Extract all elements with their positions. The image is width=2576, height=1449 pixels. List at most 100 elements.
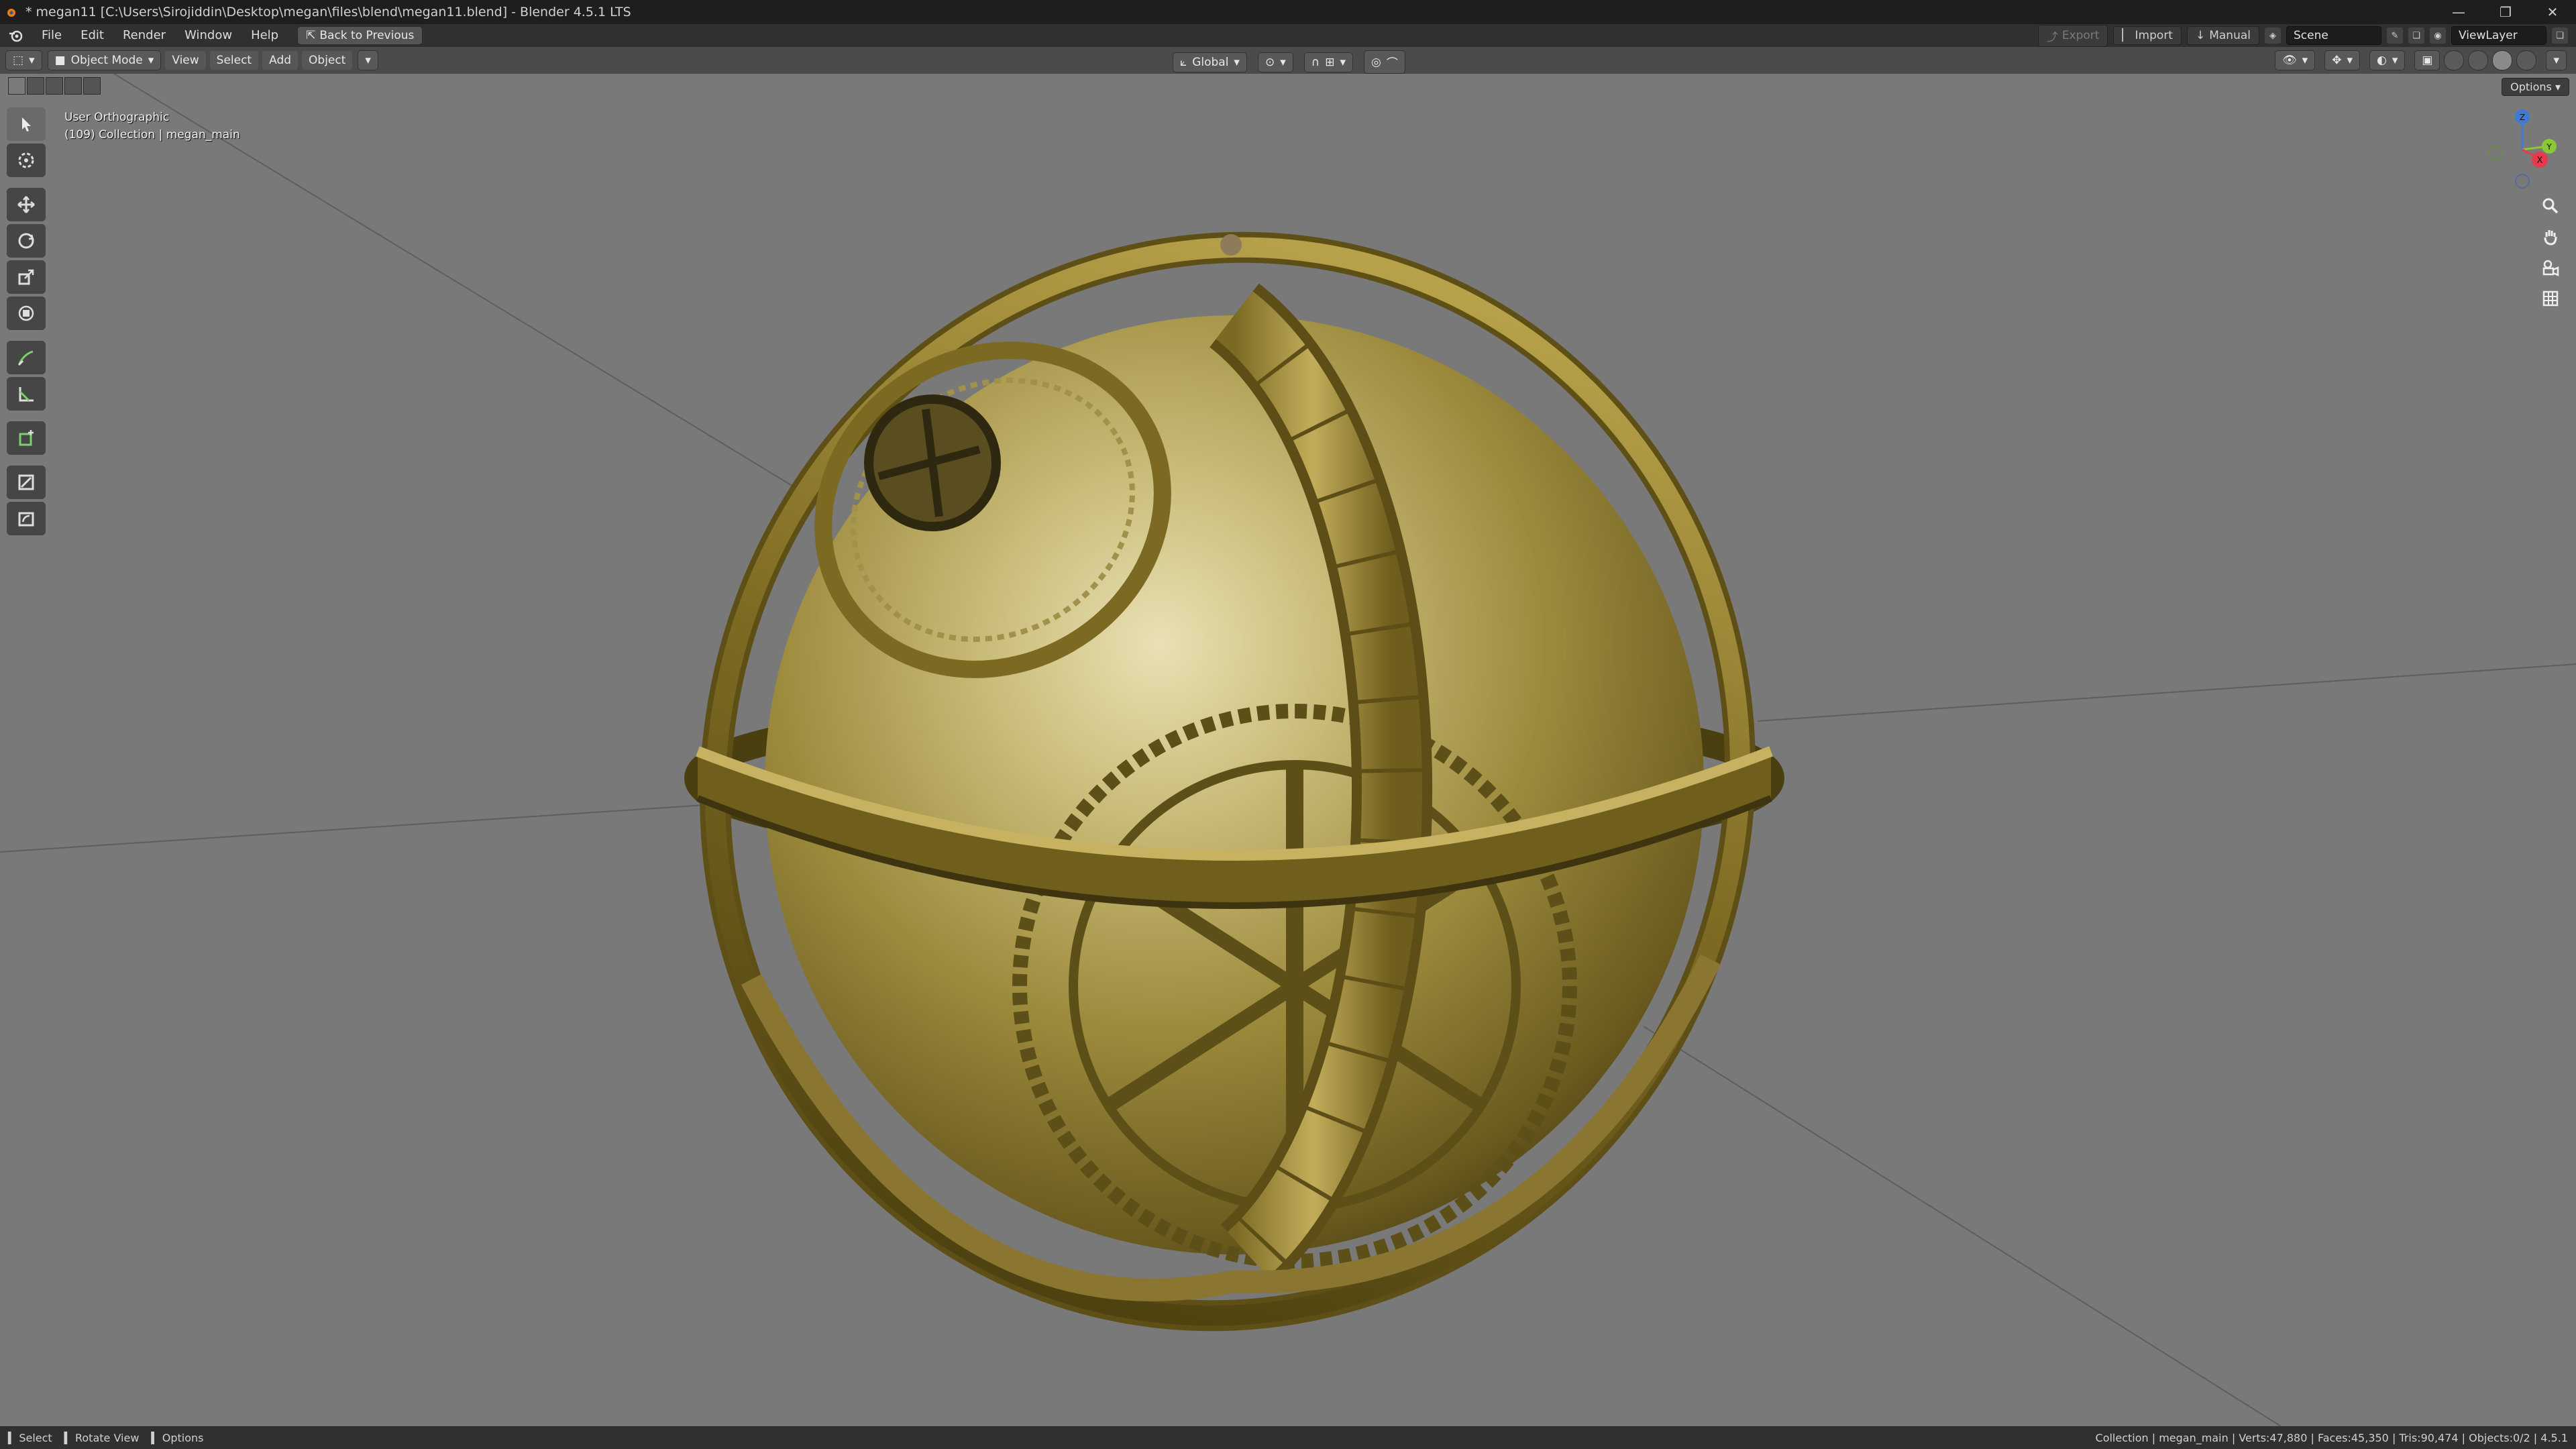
orthographic-grid-icon[interactable] bbox=[2537, 287, 2564, 310]
scene-browse-icon[interactable]: ◈ bbox=[2265, 28, 2281, 44]
manual-button[interactable]: ↓ Manual bbox=[2186, 26, 2259, 45]
solid-shading-button[interactable] bbox=[2468, 50, 2489, 70]
mouse-middle-icon: ▍ bbox=[64, 1431, 72, 1444]
view-name-label: User Orthographic bbox=[64, 111, 170, 124]
header-dropdown[interactable]: ▾ bbox=[358, 50, 378, 70]
chevron-down-icon: ▾ bbox=[1340, 55, 1346, 69]
chevron-down-icon: ▾ bbox=[2347, 54, 2353, 67]
scene-pin-icon[interactable]: ✎ bbox=[2387, 28, 2403, 44]
transform-tool[interactable] bbox=[7, 297, 46, 330]
viewlayer-name-field[interactable]: ViewLayer bbox=[2451, 26, 2546, 45]
transform-tools: ⟀ Global ▾ ⊙ ▾ ∩ ⊞ ▾ ◎ ⌒ bbox=[1167, 50, 1405, 74]
overlays-toggle[interactable]: ◐ ▾ bbox=[2369, 50, 2406, 70]
grid-line-horizontal-right bbox=[1757, 663, 2576, 722]
chevron-down-icon: ▾ bbox=[1280, 55, 1286, 69]
select-extend-button[interactable] bbox=[27, 77, 44, 95]
mouse-right-icon: ▍ bbox=[151, 1431, 160, 1444]
menu-window[interactable]: Window bbox=[175, 24, 241, 47]
close-button[interactable]: ✕ bbox=[2529, 0, 2576, 24]
select-subtract-button[interactable] bbox=[46, 77, 63, 95]
menu-file[interactable]: File bbox=[32, 24, 71, 47]
transform-orientation-selector[interactable]: ⟀ Global ▾ bbox=[1173, 52, 1247, 72]
maximize-button[interactable]: ❐ bbox=[2482, 0, 2529, 24]
chevron-down-icon: ▾ bbox=[2553, 54, 2559, 67]
scene-name-field[interactable]: Scene bbox=[2286, 26, 2381, 45]
menu-select[interactable]: Select bbox=[209, 51, 259, 70]
camera-view-icon[interactable] bbox=[2537, 256, 2564, 279]
viewlayer-browse-icon[interactable]: ◉ bbox=[2430, 28, 2446, 44]
hint-select: ▍ Select bbox=[8, 1432, 52, 1444]
image-tool[interactable] bbox=[7, 466, 46, 499]
hint-rotate-label: Rotate View bbox=[74, 1431, 140, 1444]
chevron-down-icon: ▾ bbox=[2302, 54, 2308, 67]
cursor-arrow-icon bbox=[22, 117, 31, 131]
export-button[interactable]: ⤴ Export bbox=[2037, 24, 2108, 47]
add-cube-icon bbox=[19, 430, 34, 446]
select-box-tool[interactable] bbox=[7, 107, 46, 141]
blender-logo-icon[interactable] bbox=[7, 29, 25, 42]
navigation-gizmo[interactable]: Z Y X bbox=[2482, 106, 2563, 193]
menu-view[interactable]: View bbox=[165, 51, 206, 70]
mode-selector[interactable]: ■ Object Mode ▾ bbox=[47, 50, 162, 70]
blender-app-icon bbox=[4, 5, 19, 19]
select-new-button[interactable] bbox=[8, 77, 25, 95]
annotate-tool[interactable] bbox=[7, 341, 46, 374]
xray-toggle[interactable]: ▣ bbox=[2414, 50, 2440, 70]
viewport-nav-buttons bbox=[2537, 195, 2564, 310]
menu-render[interactable]: Render bbox=[113, 24, 175, 47]
menu-add[interactable]: Add bbox=[262, 51, 299, 70]
menu-help[interactable]: Help bbox=[241, 24, 288, 47]
pivot-point-selector[interactable]: ⊙ ▾ bbox=[1257, 52, 1293, 72]
viewport-info-overlay: User Orthographic (109) Collection | meg… bbox=[64, 109, 240, 144]
move-arrows-icon bbox=[17, 196, 35, 213]
scale-icon bbox=[18, 269, 34, 285]
window-title: * megan11 [C:\Users\Sirojiddin\Desktop\m… bbox=[25, 5, 631, 19]
select-invert-button[interactable] bbox=[64, 77, 82, 95]
back-to-previous-button[interactable]: ⇱ Back to Previous bbox=[297, 26, 423, 45]
chevron-down-icon: ▾ bbox=[2555, 80, 2561, 93]
import-icon: ▏ bbox=[2122, 29, 2131, 42]
measure-tool[interactable] bbox=[7, 377, 46, 411]
rotate-tool[interactable] bbox=[7, 224, 46, 258]
import-label: Import bbox=[2135, 29, 2173, 42]
proportional-editing-toggle[interactable]: ◎ ⌒ bbox=[1364, 50, 1405, 74]
image-plane-icon bbox=[18, 474, 34, 490]
import-button[interactable]: ▏ Import bbox=[2113, 26, 2182, 45]
viewport-canvas[interactable] bbox=[0, 74, 2576, 1426]
xray-icon: ▣ bbox=[2422, 54, 2433, 67]
selection-mode-group bbox=[8, 77, 101, 95]
camera-tool[interactable] bbox=[7, 502, 46, 535]
scene-duplicate-icon[interactable]: ❏ bbox=[2408, 28, 2424, 44]
move-tool[interactable] bbox=[7, 188, 46, 221]
status-bar: ▍ Select ▍ Rotate View ▍ Options Collect… bbox=[0, 1426, 2576, 1449]
grid-line-right-diagonal bbox=[1643, 1026, 2282, 1426]
mode-label: Object Mode bbox=[70, 54, 143, 67]
hint-options-label: Options bbox=[162, 1431, 204, 1444]
snapping-toggle[interactable]: ∩ ⊞ ▾ bbox=[1303, 52, 1354, 72]
overlays-icon: ◐ bbox=[2377, 54, 2387, 67]
transform-icon bbox=[18, 305, 34, 321]
rendered-shading-button[interactable] bbox=[2516, 50, 2537, 70]
add-cube-tool[interactable] bbox=[7, 421, 46, 455]
material-preview-shading-button[interactable] bbox=[2492, 50, 2513, 70]
zoom-icon[interactable] bbox=[2537, 195, 2564, 217]
cursor-tool[interactable] bbox=[7, 144, 46, 177]
scale-tool[interactable] bbox=[7, 260, 46, 294]
falloff-icon: ⌒ bbox=[1386, 57, 1398, 70]
visibility-selector[interactable]: 👁 ▾ bbox=[2275, 50, 2316, 70]
wireframe-shading-button[interactable] bbox=[2444, 50, 2465, 70]
pan-hand-icon[interactable] bbox=[2537, 225, 2564, 248]
viewlayer-duplicate-icon[interactable]: ❏ bbox=[2552, 28, 2568, 44]
gizmo-toggle[interactable]: ✥ ▾ bbox=[2324, 50, 2360, 70]
menu-edit[interactable]: Edit bbox=[71, 24, 113, 47]
tool-shelf bbox=[7, 107, 47, 535]
magnet-icon: ∩ bbox=[1311, 55, 1320, 69]
editor-type-button[interactable]: ⬚ ▾ bbox=[5, 50, 42, 70]
minimize-button[interactable]: — bbox=[2435, 0, 2482, 24]
shading-options-dropdown[interactable]: ▾ bbox=[2546, 50, 2567, 70]
back-to-previous-label: Back to Previous bbox=[319, 29, 415, 42]
window-titlebar: * megan11 [C:\Users\Sirojiddin\Desktop\m… bbox=[0, 0, 2576, 24]
menu-object[interactable]: Object bbox=[302, 51, 353, 70]
select-intersect-button[interactable] bbox=[83, 77, 101, 95]
viewport-options-button[interactable]: Options ▾ bbox=[2502, 78, 2569, 96]
